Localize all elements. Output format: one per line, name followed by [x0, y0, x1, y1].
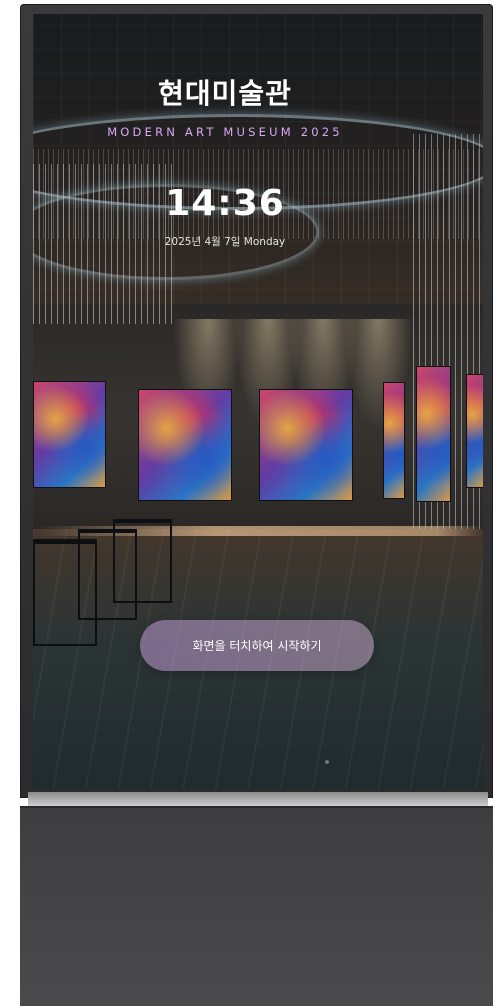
clock-date: 2025년 4월 7일 Monday [164, 236, 286, 248]
page-indicator-dot [325, 760, 329, 764]
kiosk-neck [28, 792, 488, 806]
museum-title: 현대미술관 [158, 77, 292, 110]
touch-to-start-button[interactable]: 화면을 터치하여 시작하기 [140, 620, 374, 671]
kiosk-base [20, 806, 493, 1006]
kiosk-screen: 현대미술관 MODERN ART MUSEUM 2025 14:36 2025년… [33, 14, 483, 789]
clock-time: 14:36 [165, 183, 285, 224]
museum-subtitle: MODERN ART MUSEUM 2025 [107, 125, 343, 139]
